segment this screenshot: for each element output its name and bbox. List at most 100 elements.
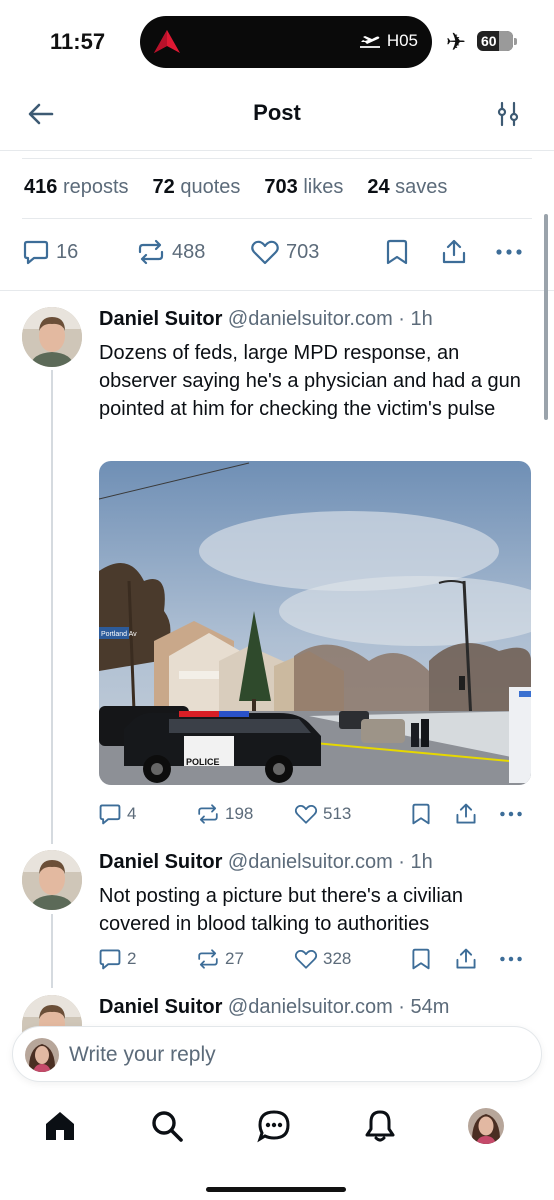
street-sign-text: Portland Av bbox=[101, 631, 137, 638]
post-actions: 4 198 513 bbox=[98, 802, 528, 826]
main-post-actions: 16 488 703 bbox=[22, 238, 532, 268]
flight-label: H05 bbox=[386, 31, 418, 50]
flight-status: H05 bbox=[359, 31, 418, 51]
reply-button[interactable]: 2 bbox=[98, 947, 136, 971]
repost-button[interactable]: 198 bbox=[196, 802, 253, 826]
post-actions: 2 27 328 bbox=[98, 947, 528, 971]
tab-home[interactable] bbox=[38, 1104, 82, 1148]
ellipsis-icon[interactable] bbox=[494, 238, 524, 266]
author-handle-time: @danielsuitor.com · 1h bbox=[227, 308, 433, 330]
reply-count: 16 bbox=[56, 240, 79, 263]
share-icon[interactable] bbox=[454, 947, 478, 971]
repost-button[interactable]: 488 bbox=[136, 238, 205, 266]
chat-icon bbox=[257, 1110, 290, 1143]
heart-icon bbox=[294, 804, 318, 824]
like-button[interactable]: 328 bbox=[294, 947, 351, 971]
repost-count: 488 bbox=[172, 240, 206, 263]
arrow-left-icon[interactable] bbox=[26, 100, 56, 128]
speech-bubble-icon bbox=[99, 949, 121, 970]
stat-likes[interactable]: 703 likes bbox=[264, 176, 343, 199]
police-car-text: POLICE bbox=[186, 757, 220, 767]
repost-count: 27 bbox=[225, 949, 244, 968]
reply-button[interactable]: 4 bbox=[98, 802, 136, 826]
ellipsis-icon[interactable] bbox=[498, 947, 524, 971]
tab-chat[interactable] bbox=[252, 1104, 296, 1148]
avatar-image bbox=[22, 307, 82, 367]
status-bar: 11:57 H05 ✈ 60 bbox=[0, 0, 554, 80]
profile-avatar bbox=[468, 1108, 504, 1144]
sliders-icon[interactable] bbox=[494, 100, 522, 128]
post-text: Dozens of feds, large MPD response, an o… bbox=[99, 342, 521, 420]
post-author: Daniel Suitor @danielsuitor.com · 1h bbox=[99, 308, 433, 331]
tab-search[interactable] bbox=[145, 1104, 189, 1148]
share-icon[interactable] bbox=[440, 238, 468, 266]
thread-line bbox=[51, 370, 53, 844]
reply-button[interactable]: 16 bbox=[22, 238, 78, 266]
stats-top-divider bbox=[22, 158, 532, 159]
avatar-image bbox=[22, 850, 82, 910]
stats-bottom-divider bbox=[22, 218, 532, 219]
airplane-mode-icon: ✈ bbox=[446, 29, 467, 56]
ellipsis-icon[interactable] bbox=[498, 802, 524, 826]
plane-takeoff-icon bbox=[359, 36, 380, 48]
stat-quotes[interactable]: 72 quotes bbox=[153, 176, 241, 199]
like-count: 513 bbox=[323, 804, 352, 823]
bottom-navigation bbox=[0, 1096, 554, 1166]
battery-icon: 60 bbox=[477, 31, 517, 51]
like-count: 703 bbox=[286, 240, 320, 263]
tab-profile[interactable] bbox=[464, 1104, 508, 1148]
stat-saves[interactable]: 24 saves bbox=[367, 176, 447, 199]
author-name[interactable]: Daniel Suitor bbox=[99, 308, 222, 330]
street-scene-image: Portland Av POLICE bbox=[99, 461, 531, 785]
bookmark-icon[interactable] bbox=[410, 802, 432, 826]
repost-arrows-icon bbox=[198, 949, 218, 969]
repost-count: 198 bbox=[225, 804, 254, 823]
post-header: Post bbox=[0, 88, 554, 140]
header-divider bbox=[0, 150, 554, 151]
repost-arrows-icon bbox=[198, 804, 218, 824]
post-text: Not posting a picture but there's a civi… bbox=[99, 885, 464, 935]
heart-icon bbox=[251, 240, 279, 265]
repost-button[interactable]: 27 bbox=[196, 947, 244, 971]
page-title: Post bbox=[253, 100, 301, 125]
battery-level: 60 bbox=[481, 33, 497, 49]
tab-notifications[interactable] bbox=[358, 1104, 402, 1148]
avatar[interactable] bbox=[22, 850, 82, 910]
battery-empty-part bbox=[498, 31, 513, 51]
post-author: Daniel Suitor @danielsuitor.com · 1h bbox=[99, 851, 433, 874]
heart-icon bbox=[294, 949, 318, 969]
scrollbar[interactable] bbox=[544, 214, 548, 420]
stat-reposts[interactable]: 416 reposts bbox=[24, 176, 129, 199]
actions-divider bbox=[0, 290, 554, 291]
status-time: 11:57 bbox=[50, 29, 106, 54]
author-name[interactable]: Daniel Suitor bbox=[99, 851, 222, 873]
like-button[interactable]: 513 bbox=[294, 802, 351, 826]
reply-composer[interactable]: Write your reply bbox=[12, 1026, 542, 1082]
my-avatar bbox=[25, 1038, 59, 1072]
reply-placeholder: Write your reply bbox=[69, 1043, 216, 1066]
home-indicator bbox=[206, 1187, 346, 1192]
speech-bubble-icon bbox=[99, 804, 121, 825]
post-image[interactable]: Portland Av POLICE bbox=[99, 461, 531, 785]
bell-icon bbox=[365, 1110, 395, 1142]
author-handle-time: @danielsuitor.com · 54m bbox=[227, 996, 450, 1018]
home-icon bbox=[46, 1112, 74, 1140]
reply-count: 4 bbox=[127, 804, 137, 823]
dynamic-island: H05 bbox=[140, 16, 432, 68]
reply-count: 2 bbox=[127, 949, 137, 968]
like-button[interactable]: 703 bbox=[250, 238, 319, 266]
speech-bubble-icon bbox=[23, 240, 49, 265]
repost-arrows-icon bbox=[138, 239, 164, 265]
author-handle-time: @danielsuitor.com · 1h bbox=[227, 851, 433, 873]
post-author: Daniel Suitor @danielsuitor.com · 54m bbox=[99, 996, 449, 1019]
search-icon bbox=[152, 1111, 183, 1142]
bookmark-icon[interactable] bbox=[410, 947, 432, 971]
thread-line bbox=[51, 914, 53, 988]
author-name[interactable]: Daniel Suitor bbox=[99, 996, 222, 1018]
avatar[interactable] bbox=[22, 307, 82, 367]
airline-logo-icon bbox=[154, 30, 180, 53]
like-count: 328 bbox=[323, 949, 352, 968]
bookmark-icon[interactable] bbox=[384, 238, 410, 266]
post-stats: 416 reposts 72 quotes 703 likes 24 saves bbox=[24, 176, 447, 199]
share-icon[interactable] bbox=[454, 802, 478, 826]
